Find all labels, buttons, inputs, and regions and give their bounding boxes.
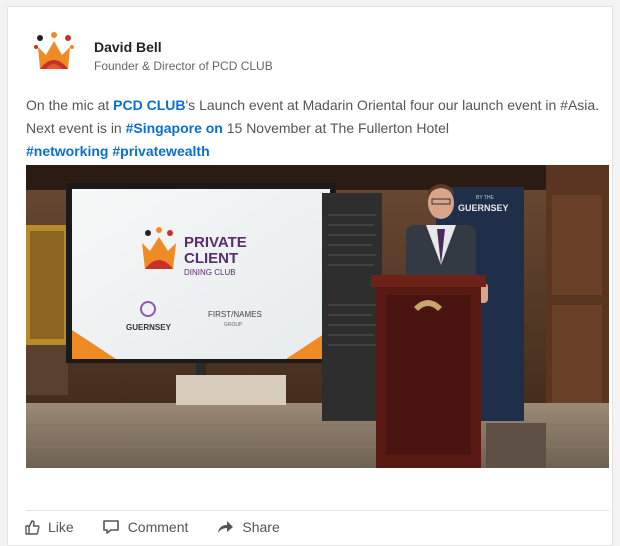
like-button[interactable]: Like: [24, 519, 74, 535]
screen-title-1: PRIVATE: [184, 234, 247, 251]
post-card: David Bell Founder & Director of PCD CLU…: [7, 6, 613, 546]
avatar[interactable]: [32, 31, 76, 75]
banner-small-text: BY THE: [476, 195, 495, 201]
screen-subtitle: DINING CLUB: [184, 268, 236, 277]
thumbs-up-icon: [25, 520, 40, 535]
screen-logo-right: FIRST/NAMES: [208, 310, 262, 319]
post-text-segment: 15 November at The Fullerton Hotel: [222, 120, 450, 136]
hashtag-privatewealth[interactable]: #privatewealth: [112, 143, 209, 159]
link-singapore[interactable]: #Singapore on: [126, 120, 223, 136]
screen-title-2: CLIENT: [184, 250, 238, 267]
banner-text: GUERNSEY: [458, 203, 509, 213]
comment-icon: [102, 520, 119, 534]
share-arrow-icon: [218, 521, 234, 533]
event-photo: PRIVATE CLIENT DINING CLUB GUERNSEY FIRS…: [26, 165, 609, 468]
author-title: Founder & Director of PCD CLUB: [94, 59, 273, 73]
post-text: On the mic at PCD CLUB's Launch event at…: [26, 94, 606, 163]
screen-logo-right-sub: GROUP: [224, 322, 243, 328]
like-label: Like: [48, 519, 74, 535]
post-header: David Bell Founder & Director of PCD CLU…: [32, 31, 273, 81]
link-pcd-club[interactable]: PCD CLUB: [113, 97, 185, 113]
post-text-segment: On the mic at: [26, 97, 114, 113]
comment-label: Comment: [127, 519, 189, 535]
share-button[interactable]: Share: [216, 519, 280, 535]
actions-divider: [26, 510, 609, 511]
screen-logo-left: GUERNSEY: [126, 323, 172, 332]
author-name[interactable]: David Bell: [94, 39, 273, 55]
share-label: Share: [242, 519, 280, 535]
hashtag-networking[interactable]: #networking: [26, 143, 108, 159]
action-bar: Like Comment Share: [24, 519, 308, 535]
comment-button[interactable]: Comment: [102, 519, 189, 535]
post-photo[interactable]: PRIVATE CLIENT DINING CLUB GUERNSEY FIRS…: [26, 165, 609, 468]
